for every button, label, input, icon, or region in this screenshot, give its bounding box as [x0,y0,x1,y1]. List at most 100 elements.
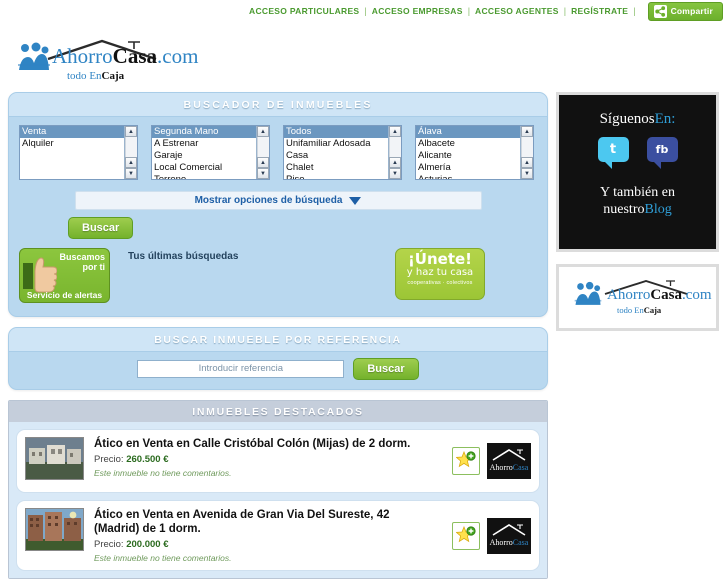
select-estado[interactable]: Segunda Mano A Estrenar Garaje Local Com… [151,125,270,180]
option-item[interactable]: Piso [284,174,388,179]
blog-line2-b: Blog [644,202,672,217]
content-columns: BUSCADOR DE INMUEBLES Venta Alquiler ▲ ▲… [0,92,727,579]
logo-word-com: .com [157,44,199,68]
share-icon [653,4,667,18]
option-item[interactable]: Asturias [416,174,520,179]
reference-panel-body: Introducir referencia Buscar [9,352,547,389]
search-button[interactable]: Buscar [68,217,134,239]
select-provincia[interactable]: Álava Albacete Alicante Almería Asturias… [415,125,534,180]
twitter-icon[interactable]: t [597,137,629,169]
sidebar-logo-box[interactable]: AhorroCasa.com todo EnCaja [556,264,719,331]
option-item[interactable]: A Estrenar [152,138,256,150]
scroll-thumb[interactable] [257,137,269,157]
scroll-up-icon[interactable]: ▲ [125,157,137,168]
option-item[interactable]: Chalet [284,162,388,174]
scroll-buttons: ▲ ▼ [125,157,137,179]
logo-tagline-caja: Caja [101,70,125,82]
option-item[interactable]: Terreno [152,174,256,179]
link-acceso-particulares[interactable]: ACCESO PARTICULARES [249,6,359,16]
blog-line2-a: nuestro [603,202,645,217]
scroll-buttons: ▲ ▼ [257,157,269,179]
separator: | [633,6,636,16]
share-button-label: Compartir [670,6,713,16]
sidebar-column: SíguenosEn: t fb Y también en nuestroBlo… [556,92,727,579]
select-tipo-scrollbar[interactable]: ▲ ▲ ▼ [388,126,401,179]
select-operacion-options[interactable]: Venta Alquiler [20,126,124,179]
option-item[interactable]: Venta [20,126,124,138]
link-acceso-empresas[interactable]: ACCESO EMPRESAS [372,6,463,16]
alerts-service-banner[interactable]: Buscamos por ti Servicio de alertas [19,248,110,303]
add-favorite-button[interactable] [452,521,480,550]
thumbs-up-icon [23,257,57,293]
select-operacion[interactable]: Venta Alquiler ▲ ▲ ▼ [19,125,138,180]
select-estado-options[interactable]: Segunda Mano A Estrenar Garaje Local Com… [152,126,256,179]
reference-input[interactable]: Introducir referencia [137,360,345,378]
ahorrocasa-logo-icon: AhorroCasa [487,517,531,554]
scroll-up-icon[interactable]: ▲ [389,126,401,137]
follow-us-title-b: En: [654,111,676,127]
share-button[interactable]: Compartir [647,1,723,21]
blog-line1: Y también en [600,185,675,200]
scroll-up-icon[interactable]: ▲ [389,157,401,168]
scroll-down-icon[interactable]: ▼ [521,168,533,179]
option-item[interactable]: Segunda Mano [152,126,256,138]
select-tipo[interactable]: Todos Unifamiliar Adosada Casa Chalet Pi… [283,125,402,180]
option-item[interactable]: Unifamiliar Adosada [284,138,388,150]
scroll-up-icon[interactable]: ▲ [521,157,533,168]
scroll-up-icon[interactable]: ▲ [257,126,269,137]
option-item[interactable]: Alicante [416,150,520,162]
property-card[interactable]: Ático en Venta en Calle Cristóbal Colón … [16,429,540,493]
scroll-up-icon[interactable]: ▲ [125,126,137,137]
show-search-options-label: Mostrar opciones de búsqueda [194,195,343,206]
link-registrate[interactable]: REGÍSTRATE [571,6,628,16]
select-estado-scrollbar[interactable]: ▲ ▲ ▼ [256,126,269,179]
blog-link[interactable]: Y también en nuestroBlog [559,184,716,218]
separator: | [364,6,367,16]
property-price-row: Precio: 260.500 € [94,454,426,465]
sidebar-tagline-todo: todo [617,305,635,315]
scroll-thumb[interactable] [521,137,533,157]
scroll-down-icon[interactable]: ▼ [257,168,269,179]
featured-list: Ático en Venta en Calle Cristóbal Colón … [9,422,547,578]
scroll-thumb[interactable] [389,137,401,157]
separator: | [467,6,471,16]
option-item[interactable]: Local Comercial [152,162,256,174]
family-icon [574,281,602,305]
sidebar-logo-wordmark: AhorroCasa.com [607,287,712,304]
link-acceso-agentes[interactable]: ACCESO AGENTES [475,6,559,16]
property-thumbnail[interactable] [25,437,84,480]
option-item[interactable]: Casa [284,150,388,162]
option-item[interactable]: Todos [284,126,388,138]
alerts-line2: por ti [82,262,106,272]
add-favorite-button[interactable] [452,447,480,475]
alerts-line3: Servicio de alertas [26,290,103,300]
unete-promo-banner[interactable]: ¡Únete! y haz tu casa cooperativas · col… [395,248,485,300]
property-title[interactable]: Ático en Venta en Avenida de Gran Via De… [94,508,426,536]
option-item[interactable]: Álava [416,126,520,138]
option-item[interactable]: Almería [416,162,520,174]
show-search-options-toggle[interactable]: Mostrar opciones de búsqueda [74,191,482,210]
sidebar-logo-tagline: todo EnCaja [617,305,661,315]
scroll-up-icon[interactable]: ▲ [521,126,533,137]
select-tipo-options[interactable]: Todos Unifamiliar Adosada Casa Chalet Pi… [284,126,388,179]
property-card[interactable]: Ático en Venta en Avenida de Gran Via De… [16,500,540,571]
scroll-down-icon[interactable]: ▼ [389,168,401,179]
property-title[interactable]: Ático en Venta en Calle Cristóbal Colón … [94,437,426,451]
select-operacion-scrollbar[interactable]: ▲ ▲ ▼ [124,126,137,179]
property-comments-note: Este inmueble no tiene comentarios. [94,468,232,478]
scroll-buttons: ▲ ▼ [389,157,401,179]
option-item[interactable]: Albacete [416,138,520,150]
facebook-icon[interactable]: fb [646,137,678,169]
scroll-up-icon[interactable]: ▲ [257,157,269,168]
select-provincia-options[interactable]: Álava Albacete Alicante Almería Asturias [416,126,520,179]
option-item[interactable]: Alquiler [20,138,124,150]
scroll-down-icon[interactable]: ▼ [125,168,137,179]
scroll-thumb[interactable] [125,137,137,157]
site-logo[interactable]: AhorroCasa.com todo EnCaja [12,30,212,86]
property-comments-note: Este inmueble no tiene comentarios. [94,553,232,563]
reference-search-button[interactable]: Buscar [353,358,419,380]
unete-line3: cooperativas · colectivos [407,280,473,286]
property-price: 260.500 € [126,454,169,465]
option-item[interactable]: Garaje [152,150,256,162]
select-provincia-scrollbar[interactable]: ▲ ▲ ▼ [520,126,533,179]
